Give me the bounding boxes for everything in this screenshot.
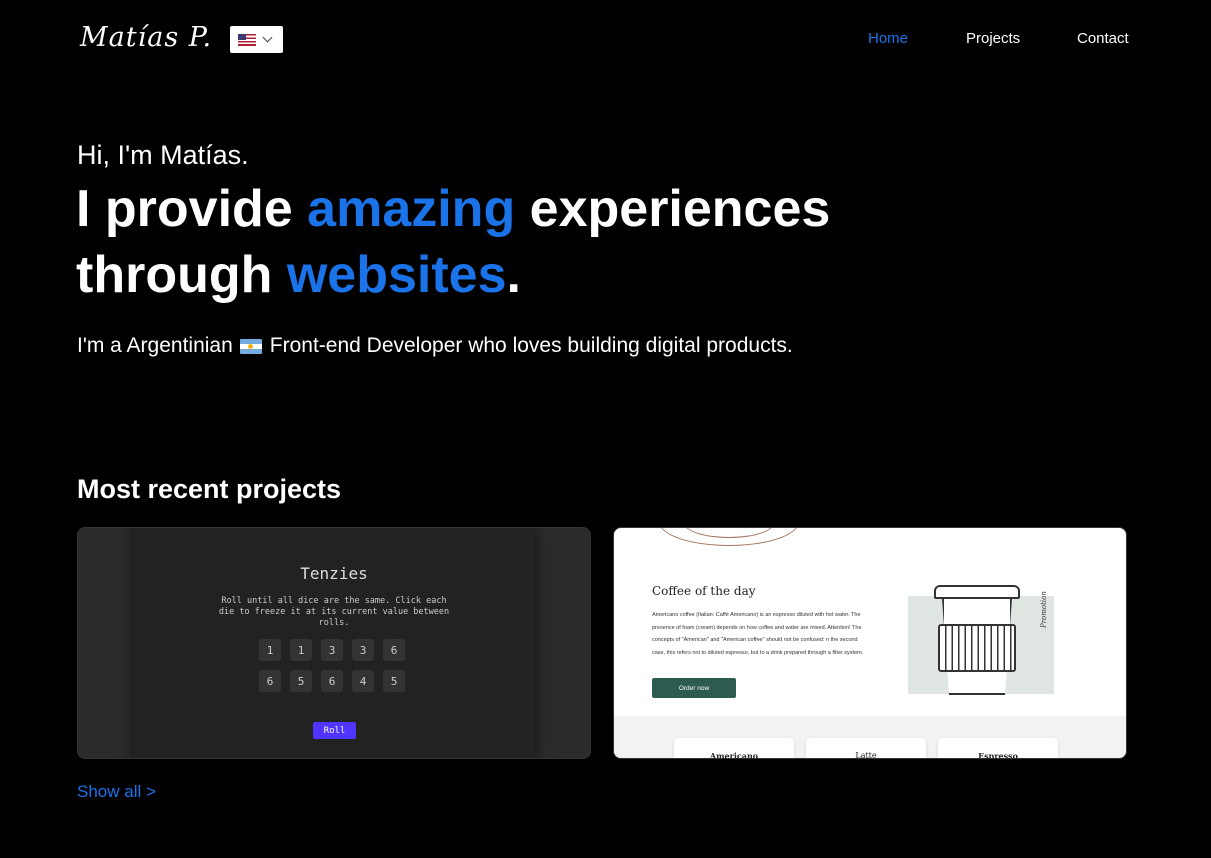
coffee-cup-lid: [934, 585, 1020, 599]
subtitle-after: Front-end Developer who loves building d…: [269, 334, 793, 357]
site-header: Matías P. Home Projects Contact: [0, 0, 1211, 80]
die: 3: [321, 639, 343, 661]
die: 4: [352, 670, 374, 692]
tenzies-title: Tenzies: [300, 564, 368, 583]
coffee-item: Latte: [806, 738, 926, 758]
nav-projects[interactable]: Projects: [966, 30, 1020, 47]
die: 1: [290, 639, 312, 661]
logo[interactable]: Matías P.: [80, 22, 212, 53]
hero-subtitle: I'm a Argentinian Front-end Developer who…: [77, 334, 793, 358]
coffee-item: Espresso: [938, 738, 1058, 758]
die: 3: [352, 639, 374, 661]
language-select[interactable]: [230, 26, 283, 53]
nav-home[interactable]: Home: [868, 30, 908, 47]
die: 5: [383, 670, 405, 692]
promotion-label: Promotion: [1040, 591, 1048, 628]
nav-contact[interactable]: Contact: [1077, 30, 1129, 47]
subtitle-before: I'm a Argentinian: [77, 334, 233, 357]
chevron-down-icon: [262, 32, 273, 43]
coffee-cup-sleeve: [938, 624, 1016, 672]
coffee-item: Americano: [674, 738, 794, 758]
tenzies-preview: Tenzies Roll until all dice are the same…: [133, 528, 535, 758]
project-card-tenzies[interactable]: Tenzies Roll until all dice are the same…: [77, 527, 591, 759]
argentina-flag-icon: [239, 338, 262, 354]
us-flag-icon: [238, 33, 256, 46]
dice-grid: 1 1 3 3 6 6 5 6 4 5: [259, 639, 419, 692]
projects-title: Most recent projects: [77, 474, 342, 504]
die: 6: [259, 670, 281, 692]
die: 6: [383, 639, 405, 661]
hero-headline: I provide amazing experiences through we…: [76, 176, 976, 308]
headline-highlight-amazing: amazing: [307, 180, 516, 238]
headline-part3: .: [506, 246, 521, 304]
die: 6: [321, 670, 343, 692]
show-all-link[interactable]: Show all >: [77, 782, 156, 802]
die: 5: [290, 670, 312, 692]
roll-button: Roll: [313, 722, 356, 739]
project-card-coffee[interactable]: Coffee of the day Americano coffee (Ital…: [613, 527, 1127, 759]
coffee-title: Coffee of the day: [652, 584, 756, 598]
headline-part1: I provide: [76, 180, 308, 238]
order-now-button: Order now: [652, 678, 736, 698]
coffee-text: Americano coffee (Italian: Caffè America…: [652, 612, 864, 656]
tenzies-description: Roll until all dice are the same. Click …: [218, 596, 450, 628]
die: 1: [259, 639, 281, 661]
hero-greeting: Hi, I'm Matías.: [77, 140, 249, 170]
headline-highlight-websites: websites: [286, 246, 507, 304]
